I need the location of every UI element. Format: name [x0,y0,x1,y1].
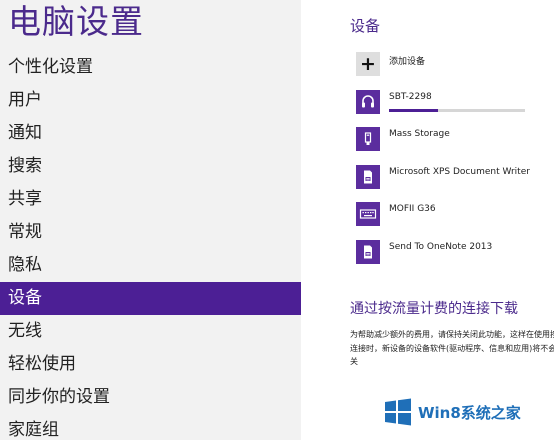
device-rows: SBT-2298 Mass Storage Microsoft XPS Docume… [356,87,554,275]
devices-section-title: 设备 [350,17,381,35]
device-name: Microsoft XPS Document Writer [389,166,530,177]
usb-drive-icon [356,127,380,151]
windows-logo-icon [385,398,411,426]
device-item[interactable]: Microsoft XPS Document Writer [356,162,554,200]
nav-item[interactable]: 搜索 [0,150,301,183]
nav-item[interactable]: 无线 [0,315,301,348]
device-name: MOFII G36 [389,204,436,214]
nav-item[interactable]: 家庭组 [0,414,301,440]
device-list: + 添加设备 SBT-2298 Mass Storage Microsoft XPS… [356,49,554,274]
add-device-button[interactable]: + 添加设备 [356,49,554,87]
plus-icon: + [356,52,380,76]
metered-toggle-state[interactable]: 关 [350,356,358,367]
device-item[interactable]: SBT-2298 [356,87,554,125]
nav-item[interactable]: 通知 [0,117,301,150]
nav-item[interactable]: 共享 [0,183,301,216]
device-name: SBT-2298 [389,91,432,102]
pc-settings-window: 电脑设置 个性化设置 用户 通知 搜索 共享 常规 隐私 设备 无线 轻松使用 同步你的设置 家庭组 … [0,0,554,440]
device-item[interactable]: Send To OneNote 2013 [356,237,554,275]
device-progress-bar [389,108,525,112]
content-pane: 设备 + 添加设备 SBT-2298 Mass Storage Microsoft … [301,0,554,440]
headset-icon [356,89,380,114]
device-item[interactable]: MOFII G36 [356,199,554,237]
device-progress-fill [389,108,438,112]
device-name: Send To OneNote 2013 [389,241,493,252]
printer-icon [356,239,380,264]
device-item[interactable]: Mass Storage [356,124,554,162]
printer-icon [356,164,380,189]
watermark: Win8系统之家 [384,398,521,426]
nav-item[interactable]: 设备 [0,282,301,315]
nav-item[interactable]: 同步你的设置 [0,381,301,414]
nav-item[interactable]: 用户 [0,84,301,117]
page-title: 电脑设置 [8,2,144,41]
nav-item[interactable]: 个性化设置 [0,51,301,84]
add-device-label: 添加设备 [389,57,426,67]
left-nav-pane: 电脑设置 个性化设置 用户 通知 搜索 共享 常规 隐私 设备 无线 轻松使用 同步你的设置 家庭组 [0,0,301,440]
nav-item[interactable]: 轻松使用 [0,348,301,381]
nav-item[interactable]: 常规 [0,216,301,249]
metered-download-description: 为帮助减少额外的费用，请保持关闭此功能，这样在使用按流量计费的互联网 连接时，新… [350,328,554,356]
settings-nav-list: 个性化设置 用户 通知 搜索 共享 常规 隐私 设备 无线 轻松使用 同步你的设置 家庭组 [0,51,301,440]
device-name: Mass Storage [389,129,450,139]
keyboard-icon [356,202,380,226]
metered-download-title: 通过按流量计费的连接下载 [350,301,518,317]
description-line: 为帮助减少额外的费用，请保持关闭此功能，这样在使用按流量计费的互联网 [350,330,554,339]
nav-item[interactable]: 隐私 [0,249,301,282]
watermark-text: Win8系统之家 [418,403,521,422]
description-line: 连接时，新设备的设备软件(驱动程序、信息和应用)将不会下载。 [350,344,554,353]
